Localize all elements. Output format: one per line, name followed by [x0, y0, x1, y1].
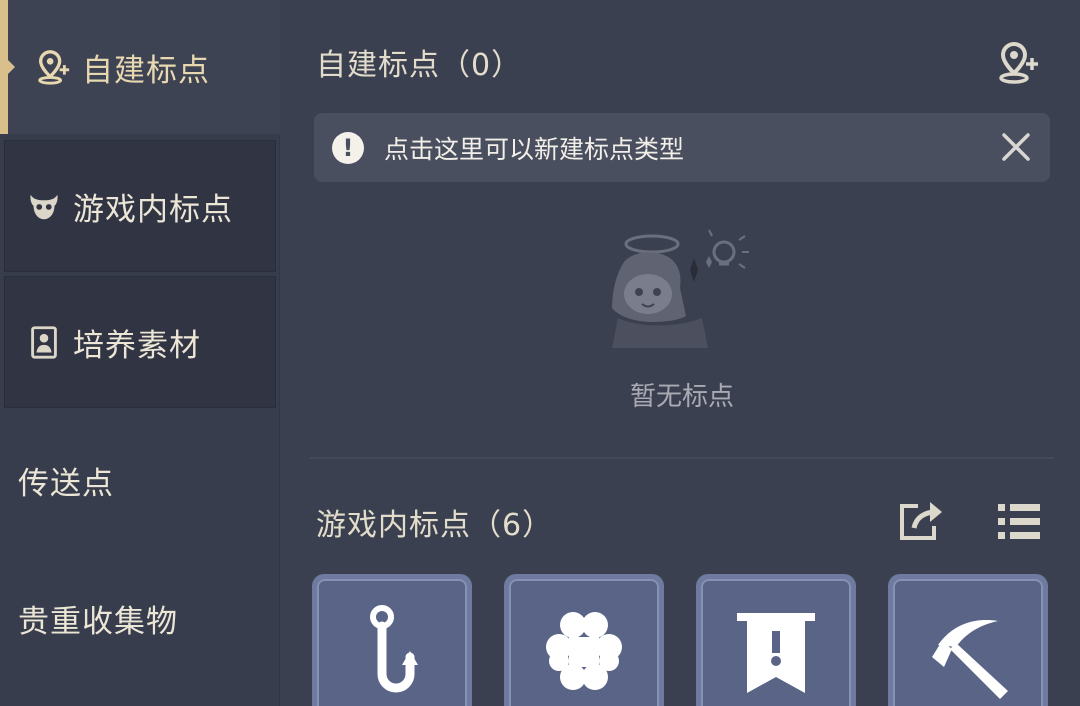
sidebar-item-label: 传送点	[18, 465, 114, 502]
sidebar-item-materials[interactable]: 培养素材	[4, 276, 276, 408]
active-indicator	[0, 0, 8, 134]
sidebar-item-game-marks[interactable]: 游戏内标点	[4, 140, 276, 272]
sidebar-item-teleport[interactable]: 传送点	[18, 450, 114, 510]
game-mark-icon	[30, 194, 58, 220]
pin-add-icon	[38, 50, 70, 85]
share-icon[interactable]	[896, 498, 946, 544]
mark-tile-banner[interactable]	[696, 574, 856, 706]
fishing-hook-icon	[370, 605, 418, 693]
empty-state-text: 暂无标点	[629, 382, 734, 412]
pickaxe-icon	[932, 620, 1008, 699]
mark-tile-clover[interactable]	[504, 574, 664, 706]
empty-state: 暂无标点	[314, 0, 1050, 420]
sidebar-item-label: 游戏内标点	[73, 191, 233, 228]
game-marks-title: 游戏内标点（6）	[316, 508, 554, 543]
banner-alert-icon	[737, 613, 815, 693]
mark-tile-mining[interactable]	[888, 574, 1048, 706]
list-icon[interactable]	[996, 500, 1042, 544]
paimon-empty-illustration	[612, 229, 749, 348]
mark-tile-fishing[interactable]	[312, 574, 472, 706]
sidebar-item-collectibles[interactable]: 贵重收集物	[18, 588, 178, 648]
sidebar-item-label: 贵重收集物	[18, 603, 178, 640]
section-divider	[310, 457, 1054, 459]
sidebar-item-custom-marks[interactable]: 自建标点	[0, 0, 280, 134]
sidebar-item-label: 培养素材	[73, 327, 201, 364]
active-arrow	[8, 60, 15, 74]
sidebar-item-label: 自建标点	[82, 52, 210, 89]
sidebar: 自建标点 游戏内标点 培养素材 传送点 贵重收集物	[0, 0, 280, 706]
portrait-icon	[31, 326, 57, 359]
clover-icon	[546, 612, 622, 690]
